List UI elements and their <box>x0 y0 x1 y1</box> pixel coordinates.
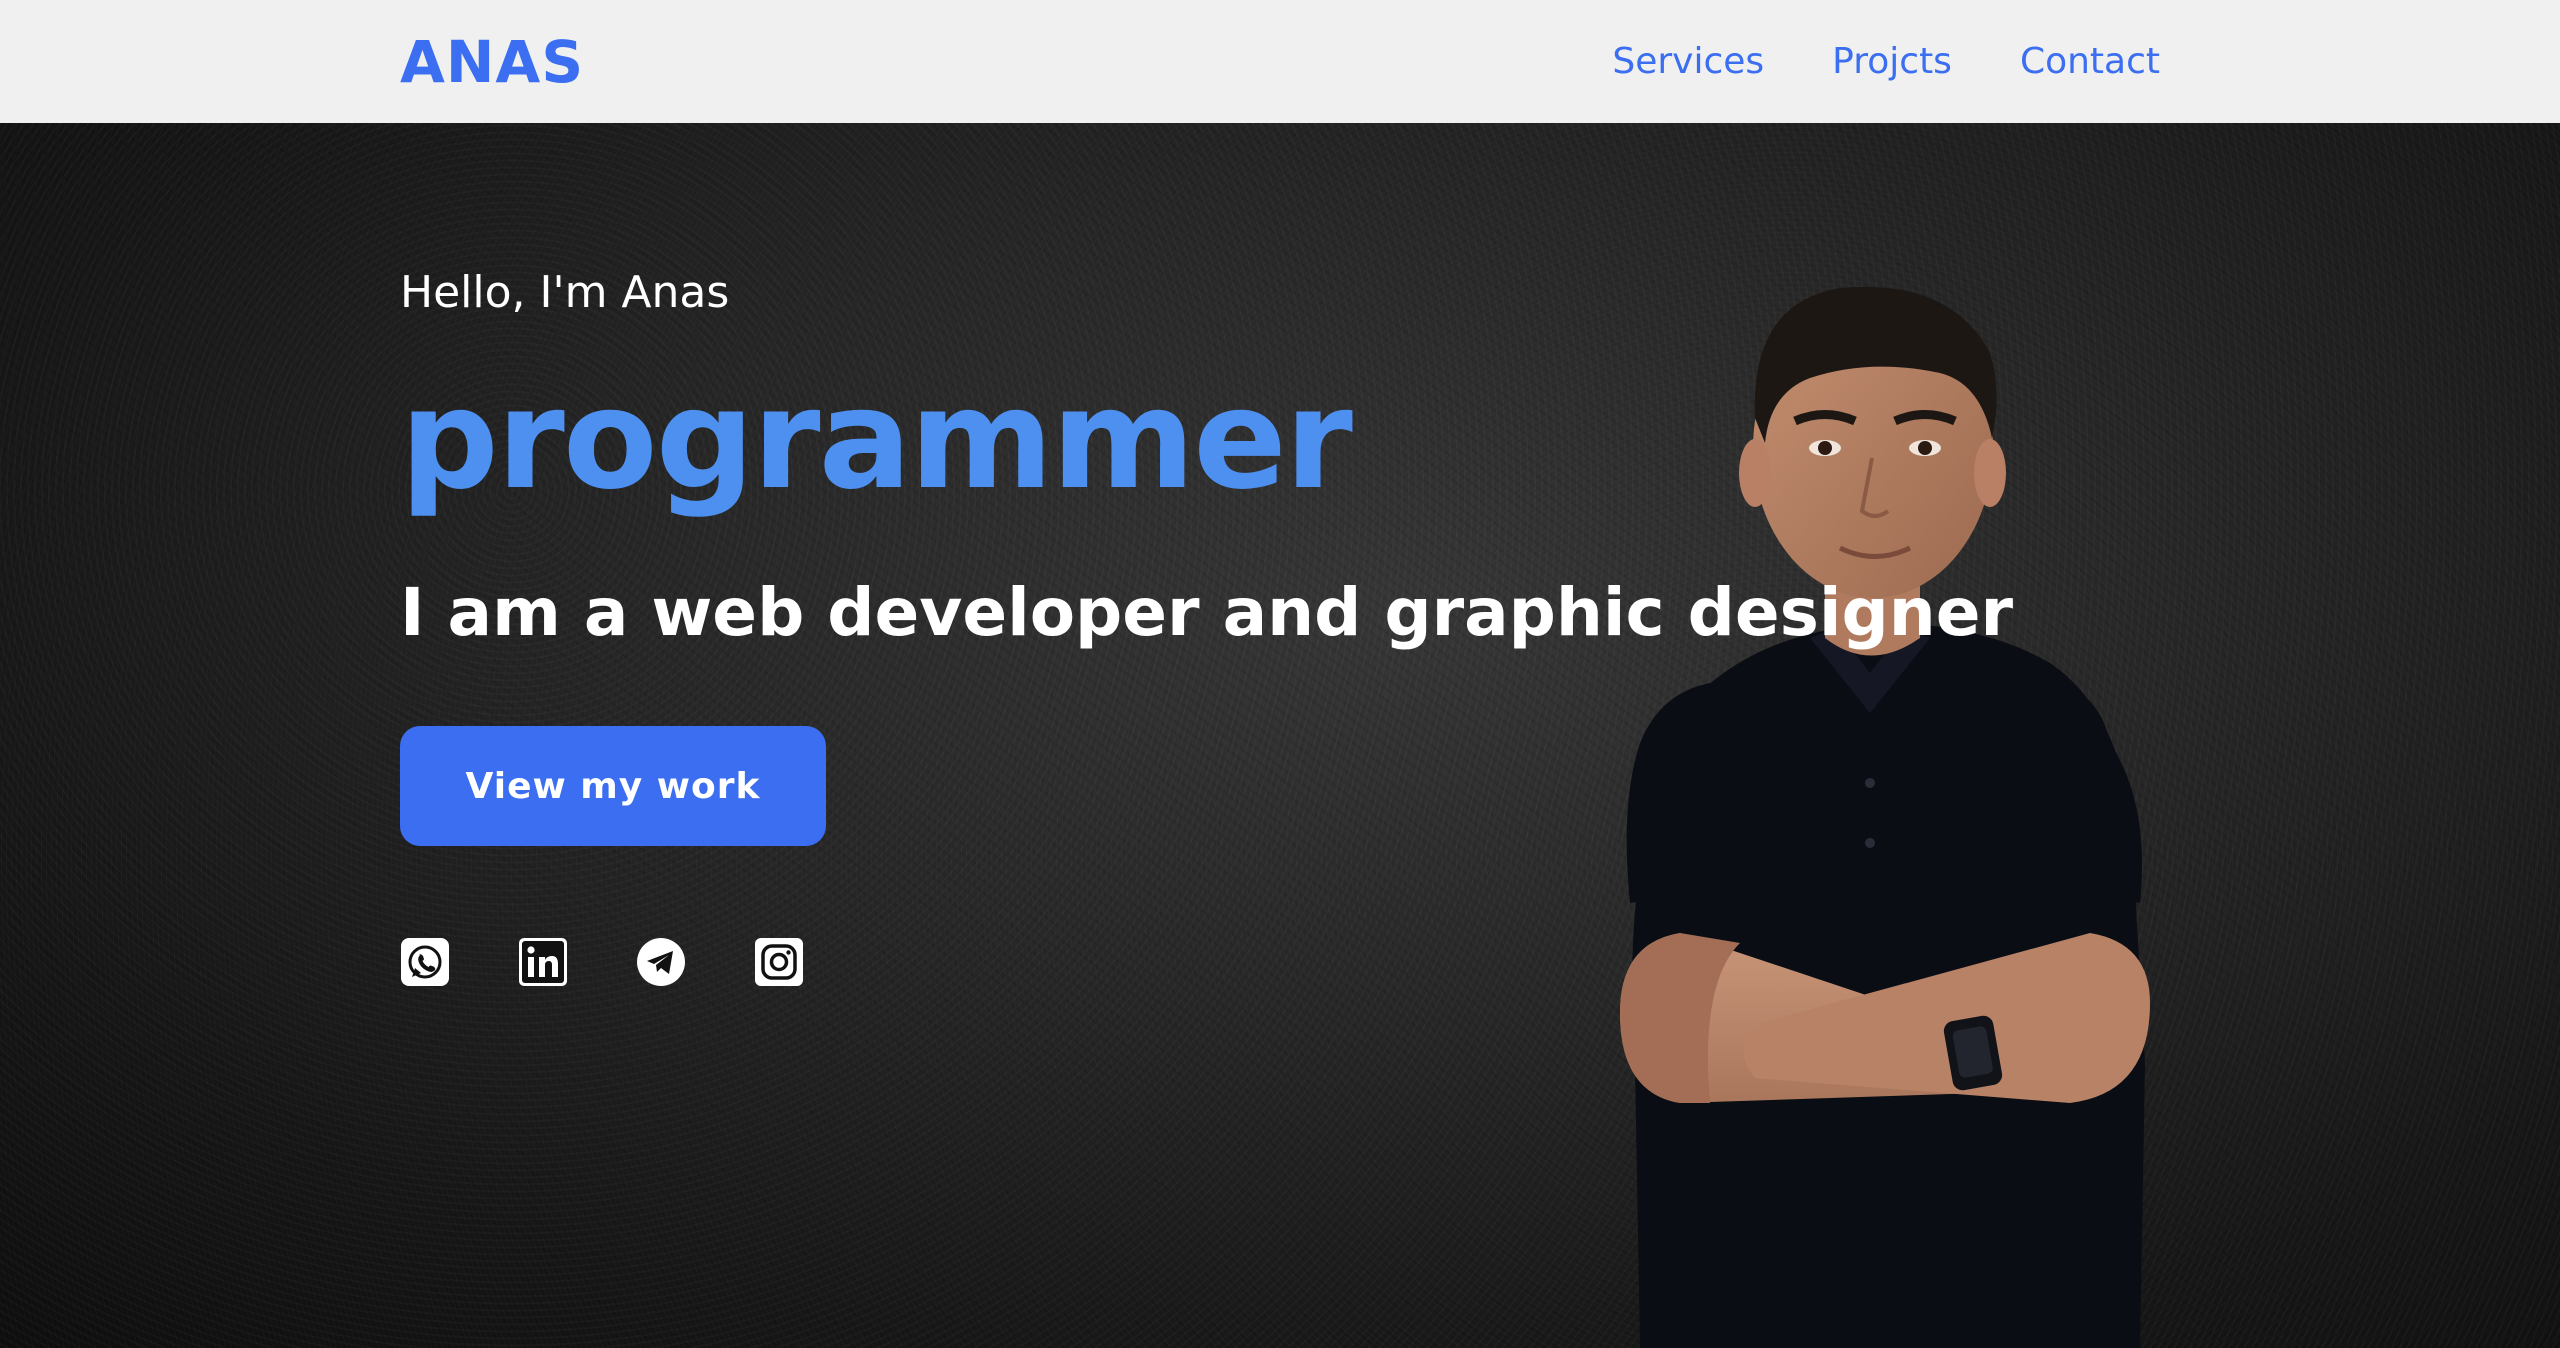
instagram-icon[interactable] <box>754 937 804 987</box>
nav-link-contact[interactable]: Contact <box>2020 38 2160 86</box>
linkedin-icon[interactable] <box>518 937 568 987</box>
whatsapp-icon[interactable] <box>400 937 450 987</box>
social-links <box>400 937 804 987</box>
hero-role: programmer <box>400 359 1353 520</box>
logo[interactable]: ANAS <box>400 28 584 96</box>
nav-link-services[interactable]: Services <box>1612 38 1764 86</box>
hero-section: Hello, I'm Anas programmer I am a web de… <box>0 123 2560 1348</box>
hero-tagline: I am a web developer and graphic designe… <box>400 574 2014 651</box>
view-my-work-button[interactable]: View my work <box>400 726 826 846</box>
portrait-photo <box>1620 286 2150 1348</box>
nav-links: Services Projcts Contact <box>1612 38 2160 86</box>
nav-link-projects[interactable]: Projcts <box>1832 38 1952 86</box>
navbar: ANAS Services Projcts Contact <box>0 0 2560 123</box>
hero-greeting: Hello, I'm Anas <box>400 267 730 318</box>
telegram-icon[interactable] <box>636 937 686 987</box>
